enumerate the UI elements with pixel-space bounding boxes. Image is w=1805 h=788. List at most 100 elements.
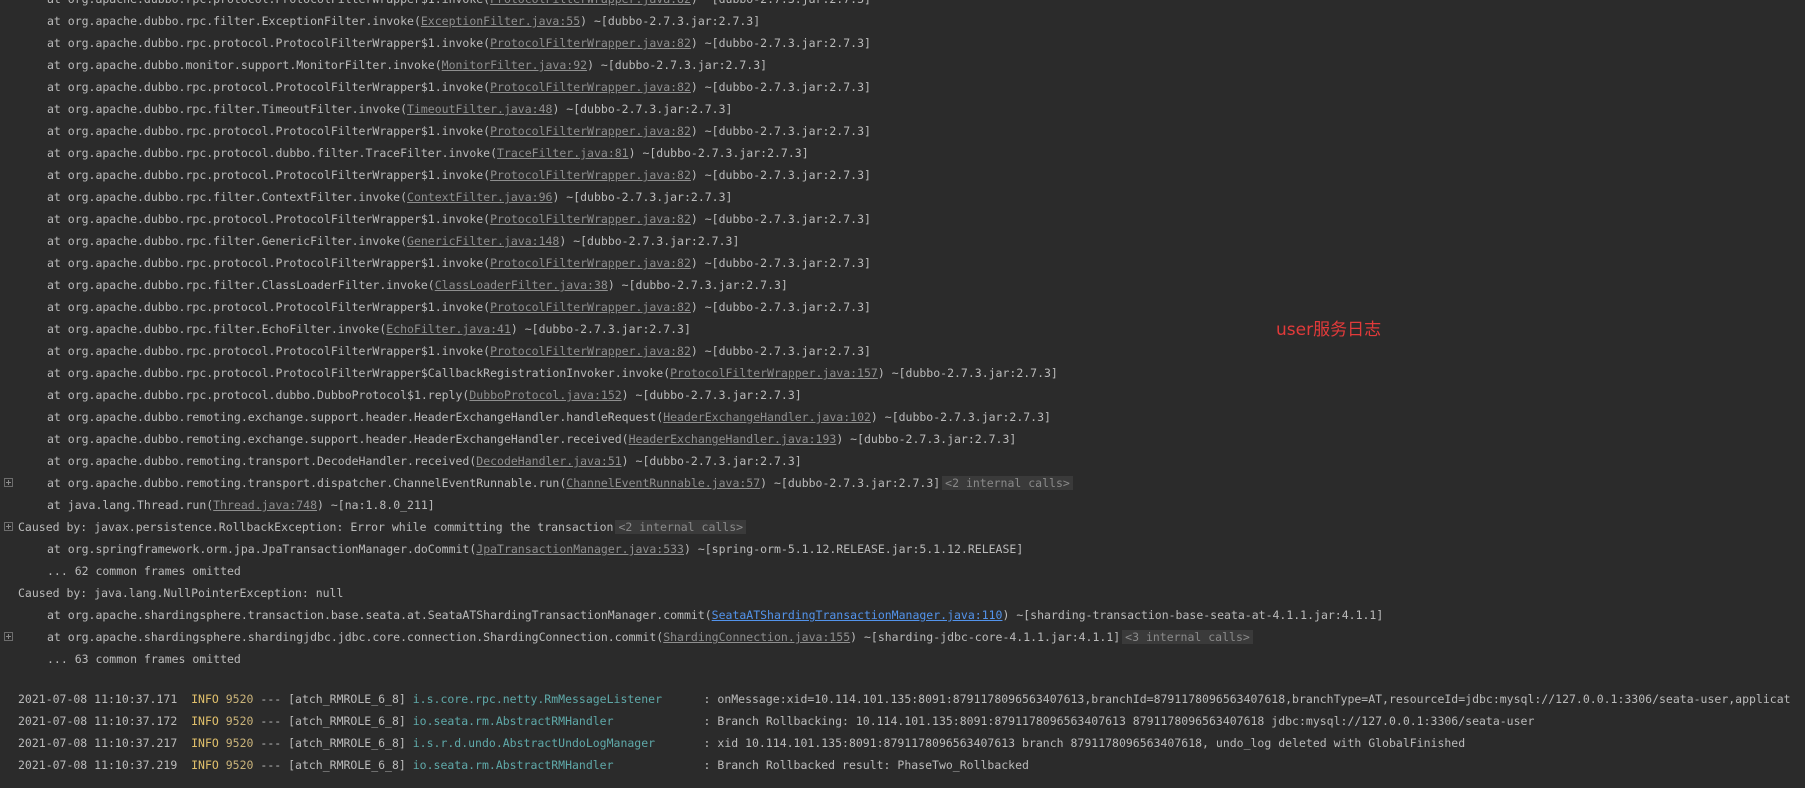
internal-calls-badge[interactable]: <2 internal calls>	[942, 476, 1073, 490]
stack-frame-line: at org.apache.dubbo.remoting.exchange.su…	[47, 410, 1051, 424]
log-logger[interactable]: io.seata.rm.AbstractRMHandler	[413, 758, 704, 772]
source-link[interactable]: ProtocolFilterWrapper.java:82	[490, 124, 691, 138]
log-separator: ---	[260, 714, 282, 728]
log-thread: [atch_RMROLE_6_8]	[288, 736, 406, 750]
stack-frame-line: at org.apache.dubbo.rpc.protocol.Protoco…	[47, 344, 871, 358]
source-link[interactable]: JpaTransactionManager.java:533	[476, 542, 684, 556]
log-timestamp: 2021-07-08 11:10:37.219	[18, 758, 178, 772]
stack-frame-line: at java.lang.Thread.run(Thread.java:748)…	[47, 498, 435, 512]
source-link[interactable]: ChannelEventRunnable.java:57	[566, 476, 760, 490]
stack-frame-line: at org.apache.dubbo.rpc.filter.ClassLoad…	[47, 278, 788, 292]
stack-frame-line: at org.apache.dubbo.rpc.filter.TimeoutFi…	[47, 102, 733, 116]
log-pid: 9520	[225, 758, 254, 772]
stack-frame-line: at org.apache.dubbo.rpc.protocol.Protoco…	[47, 300, 871, 314]
console-output[interactable]: at org.apache.dubbo.rpc.protocol.Protoco…	[0, 0, 1805, 776]
stack-frame-line: at org.apache.dubbo.rpc.protocol.Protoco…	[47, 212, 871, 226]
expand-fold-icon[interactable]	[4, 522, 13, 531]
stack-frame-line: at org.apache.shardingsphere.shardingjdb…	[0, 626, 1805, 648]
log-thread: [atch_RMROLE_6_8]	[288, 692, 406, 706]
source-link[interactable]: ProtocolFilterWrapper.java:82	[490, 80, 691, 94]
log-line: 2021-07-08 11:10:37.171 INFO 9520 --- [a…	[0, 688, 1805, 710]
stack-frame-line: at org.apache.dubbo.rpc.protocol.Protoco…	[47, 256, 871, 270]
source-link[interactable]: TimeoutFilter.java:48	[407, 102, 552, 116]
stack-frame-line: at org.apache.dubbo.remoting.exchange.su…	[47, 432, 1017, 446]
stack-frame-line: at org.apache.dubbo.rpc.protocol.Protoco…	[47, 36, 871, 50]
stack-frame-line: at org.apache.shardingsphere.transaction…	[47, 608, 1384, 622]
stack-frame-line: at org.apache.dubbo.remoting.transport.D…	[47, 454, 802, 468]
log-pid: 9520	[225, 736, 254, 750]
source-link[interactable]: ProtocolFilterWrapper.java:82	[490, 344, 691, 358]
caused-by-line: Caused by: javax.persistence.RollbackExc…	[0, 516, 1805, 538]
source-link[interactable]: MonitorFilter.java:92	[442, 58, 587, 72]
annotation-label: user服务日志	[1276, 320, 1382, 340]
caused-by-line: Caused by: java.lang.NullPointerExceptio…	[18, 586, 344, 600]
source-link[interactable]: ExceptionFilter.java:55	[421, 14, 580, 28]
log-thread: [atch_RMROLE_6_8]	[288, 714, 406, 728]
stack-frame-line: at org.apache.dubbo.rpc.filter.Exception…	[47, 14, 761, 28]
log-separator: ---	[260, 736, 282, 750]
log-line: 2021-07-08 11:10:37.219 INFO 9520 --- [a…	[0, 754, 1805, 776]
source-link[interactable]: HeaderExchangeHandler.java:102	[663, 410, 871, 424]
source-link[interactable]: SeataATShardingTransactionManager.java:1…	[712, 608, 1003, 622]
expand-fold-icon[interactable]	[4, 632, 13, 641]
source-link[interactable]: Thread.java:748	[213, 498, 317, 512]
source-link[interactable]: ProtocolFilterWrapper.java:82	[490, 36, 691, 50]
log-level: INFO	[191, 758, 219, 772]
log-logger[interactable]: i.s.core.rpc.netty.RmMessageListener	[413, 692, 704, 706]
source-link[interactable]: ClassLoaderFilter.java:38	[435, 278, 608, 292]
source-link[interactable]: ProtocolFilterWrapper.java:82	[490, 300, 691, 314]
log-logger[interactable]: io.seata.rm.AbstractRMHandler	[413, 714, 704, 728]
log-separator: ---	[260, 758, 282, 772]
log-logger[interactable]: i.s.r.d.undo.AbstractUndoLogManager	[413, 736, 704, 750]
log-pid: 9520	[225, 692, 254, 706]
log-message: : Branch Rollbacking: 10.114.101.135:809…	[703, 714, 1535, 728]
source-link[interactable]: ContextFilter.java:96	[407, 190, 552, 204]
source-link[interactable]: DubboProtocol.java:152	[469, 388, 621, 402]
internal-calls-badge[interactable]: <2 internal calls>	[615, 520, 747, 534]
log-message: : onMessage:xid=10.114.101.135:8091:8791…	[703, 692, 1791, 706]
source-link[interactable]: TraceFilter.java:81	[497, 146, 629, 160]
log-message: : xid 10.114.101.135:8091:87911780965634…	[703, 736, 1466, 750]
source-link[interactable]: ProtocolFilterWrapper.java:82	[490, 168, 691, 182]
log-line: 2021-07-08 11:10:37.172 INFO 9520 --- [a…	[0, 710, 1805, 732]
stack-frame-line: at org.apache.dubbo.rpc.protocol.Protoco…	[47, 80, 871, 94]
stack-frame-line: at org.apache.dubbo.rpc.filter.EchoFilte…	[47, 322, 691, 336]
stack-frame-line: at org.apache.dubbo.rpc.filter.GenericFi…	[47, 234, 740, 248]
log-lines: 2021-07-08 11:10:37.171 INFO 9520 --- [a…	[0, 688, 1805, 776]
log-pid: 9520	[225, 714, 254, 728]
log-level: INFO	[191, 714, 219, 728]
expand-fold-icon[interactable]	[4, 478, 13, 487]
stack-frame-line: at org.apache.dubbo.monitor.support.Moni…	[47, 58, 768, 72]
stack-frame-line: at org.apache.dubbo.rpc.protocol.Protoco…	[0, 0, 1805, 10]
log-separator: ---	[260, 692, 282, 706]
source-link[interactable]: EchoFilter.java:41	[386, 322, 511, 336]
source-link[interactable]: ProtocolFilterWrapper.java:82	[490, 212, 691, 226]
stack-frame-line: at org.apache.dubbo.rpc.filter.ContextFi…	[47, 190, 733, 204]
log-level: INFO	[191, 692, 219, 706]
log-line: 2021-07-08 11:10:37.217 INFO 9520 --- [a…	[0, 732, 1805, 754]
internal-calls-badge[interactable]: <3 internal calls>	[1122, 630, 1253, 644]
source-link[interactable]: ProtocolFilterWrapper.java:82	[490, 0, 691, 6]
log-thread: [atch_RMROLE_6_8]	[288, 758, 406, 772]
stack-frame-line: at org.apache.dubbo.rpc.protocol.dubbo.D…	[47, 388, 802, 402]
log-timestamp: 2021-07-08 11:10:37.172	[18, 714, 178, 728]
omitted-frames-line: ... 63 common frames omitted	[47, 652, 241, 666]
source-link[interactable]: ProtocolFilterWrapper.java:157	[670, 366, 878, 380]
source-link[interactable]: ShardingConnection.java:155	[663, 630, 850, 644]
stack-frame-line: at org.apache.dubbo.remoting.transport.d…	[0, 472, 1805, 494]
stack-frame-line: at org.apache.dubbo.rpc.protocol.dubbo.f…	[47, 146, 809, 160]
log-timestamp: 2021-07-08 11:10:37.217	[18, 736, 178, 750]
stack-trace: at org.apache.dubbo.rpc.protocol.Protoco…	[0, 0, 1805, 472]
source-link[interactable]: ProtocolFilterWrapper.java:82	[490, 256, 691, 270]
stack-frame-line: at org.apache.dubbo.rpc.protocol.Protoco…	[47, 124, 871, 138]
source-link[interactable]: DecodeHandler.java:51	[476, 454, 621, 468]
log-timestamp: 2021-07-08 11:10:37.171	[18, 692, 178, 706]
log-message: : Branch Rollbacked result: PhaseTwo_Rol…	[703, 758, 1029, 772]
stack-frame-line: at org.apache.dubbo.rpc.protocol.Protoco…	[47, 168, 871, 182]
omitted-frames-line: ... 62 common frames omitted	[47, 564, 241, 578]
stack-frame-line: at org.springframework.orm.jpa.JpaTransa…	[47, 542, 1024, 556]
source-link[interactable]: HeaderExchangeHandler.java:193	[629, 432, 837, 446]
stack-frame-line: at org.apache.dubbo.rpc.protocol.Protoco…	[47, 366, 1058, 380]
log-level: INFO	[191, 736, 219, 750]
source-link[interactable]: GenericFilter.java:148	[407, 234, 559, 248]
